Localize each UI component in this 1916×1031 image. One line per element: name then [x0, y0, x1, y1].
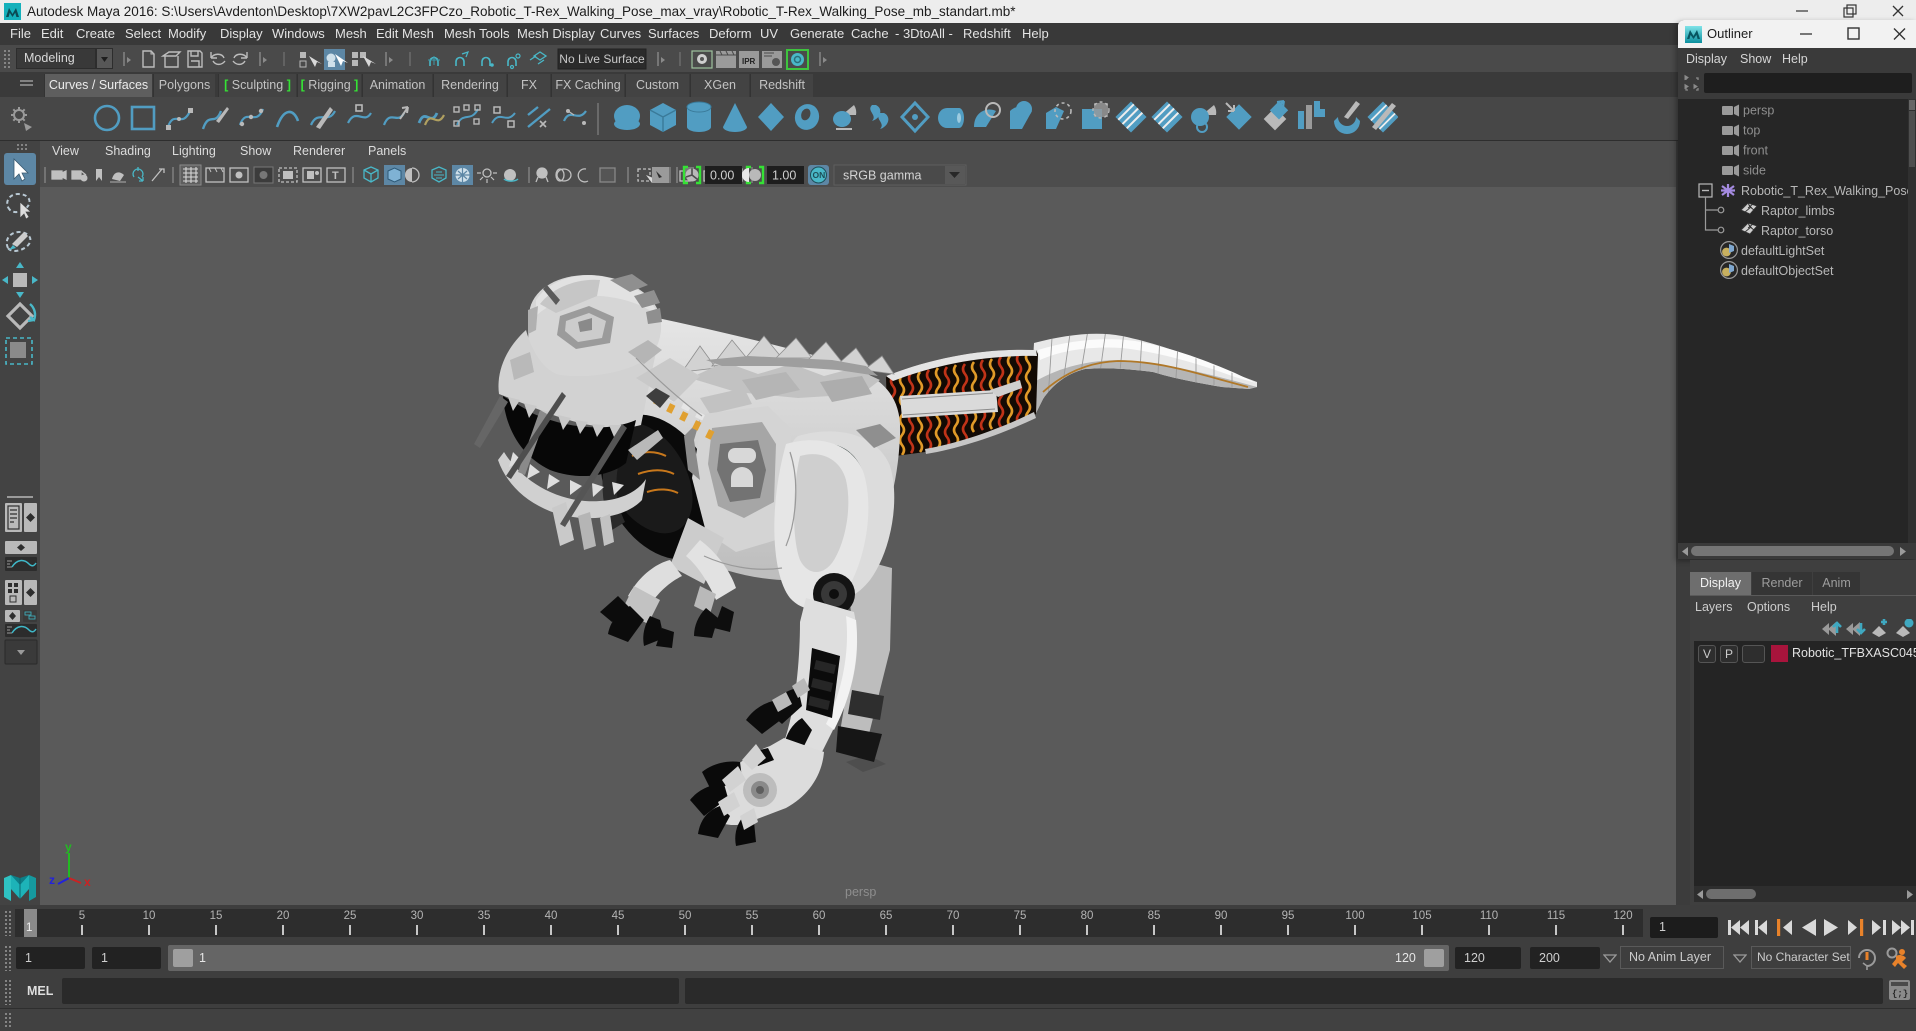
svg-text:Raptor_limbs: Raptor_limbs: [1761, 204, 1835, 218]
svg-text:IPR: IPR: [742, 57, 756, 66]
svg-text:T: T: [332, 170, 339, 182]
svg-text:Robotic_T_Rex_Walking_Pose: Robotic_T_Rex_Walking_Pose: [1741, 184, 1908, 198]
svg-text:persp: persp: [1743, 104, 1774, 118]
svg-text:1.00: 1.00: [772, 169, 796, 183]
svg-text:x: x: [84, 875, 91, 889]
svg-text:defaultLightSet: defaultLightSet: [1741, 244, 1825, 258]
svg-text:front: front: [1743, 144, 1769, 158]
svg-text:z: z: [49, 873, 55, 887]
svg-text:side: side: [1743, 164, 1766, 178]
svg-text:0.00: 0.00: [710, 169, 734, 183]
svg-text:Raptor_torso: Raptor_torso: [1761, 224, 1833, 238]
svg-text:sRGB gamma: sRGB gamma: [843, 169, 922, 183]
svg-text:top: top: [1743, 124, 1760, 138]
svg-text:ON: ON: [813, 170, 826, 180]
svg-text:persp: persp: [845, 885, 876, 899]
svg-text:defaultObjectSet: defaultObjectSet: [1741, 264, 1834, 278]
svg-text:No Live Surface: No Live Surface: [559, 52, 645, 66]
svg-text:y: y: [65, 840, 72, 854]
svg-text:{;}: {;}: [1892, 989, 1908, 999]
